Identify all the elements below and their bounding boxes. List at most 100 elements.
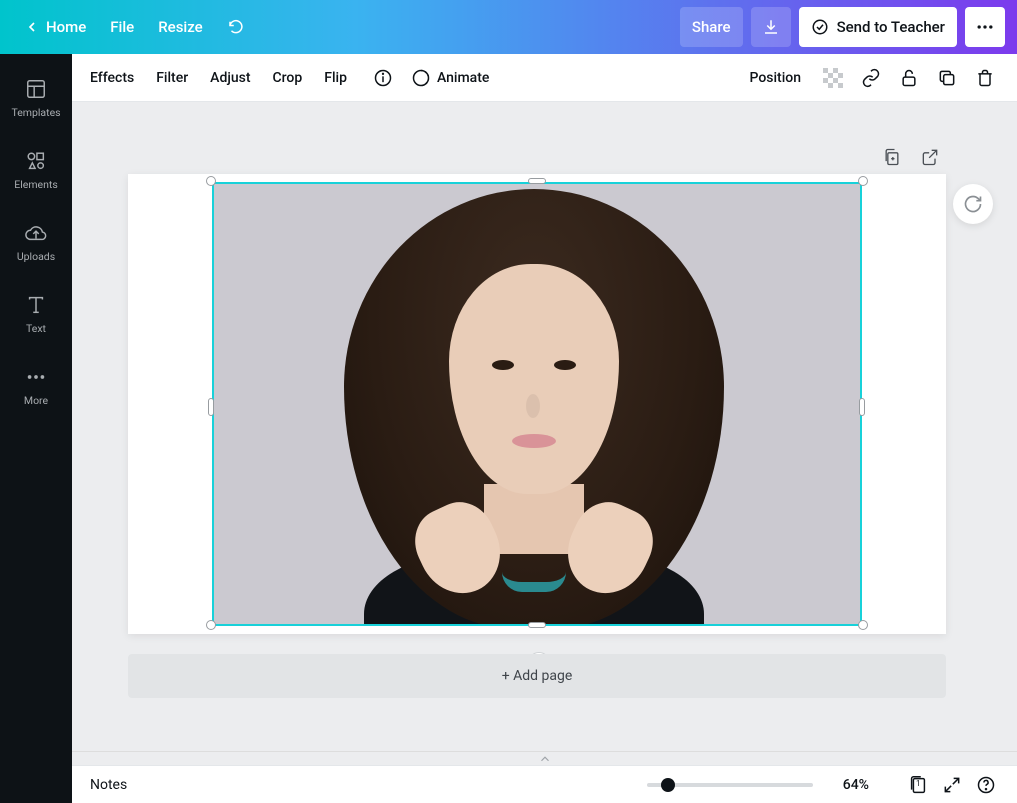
send-teacher-label: Send to Teacher — [837, 18, 945, 36]
resize-handle-left[interactable] — [208, 398, 214, 416]
info-button[interactable] — [369, 64, 397, 92]
dots-horizontal-icon — [975, 17, 995, 37]
sidebar-item-more[interactable]: More — [0, 350, 72, 422]
resize-handle-bottom-left[interactable] — [206, 620, 216, 630]
lock-button[interactable] — [895, 64, 923, 92]
sidebar-templates-label: Templates — [11, 106, 60, 119]
dots-horizontal-icon — [25, 366, 47, 388]
elements-icon — [25, 150, 47, 172]
resize-handle-bottom[interactable] — [528, 622, 546, 628]
adjust-label: Adjust — [210, 70, 250, 86]
export-page-button[interactable] — [917, 144, 943, 170]
help-icon — [976, 775, 996, 795]
link-button[interactable] — [857, 64, 885, 92]
flip-button[interactable]: Flip — [324, 70, 347, 86]
check-circle-icon — [811, 18, 829, 36]
add-page-button[interactable]: + Add page — [128, 654, 946, 698]
canvas-area: + Add page — [72, 102, 1017, 765]
open-external-icon — [920, 147, 940, 167]
page-add-icon — [882, 147, 902, 167]
more-menu-button[interactable] — [965, 7, 1005, 47]
transparency-icon — [823, 68, 843, 88]
send-to-teacher-button[interactable]: Send to Teacher — [799, 7, 957, 47]
effects-label: Effects — [90, 70, 134, 86]
notes-button[interactable]: Notes — [90, 777, 127, 793]
sidebar-uploads-label: Uploads — [17, 250, 55, 263]
trash-icon — [975, 68, 995, 88]
zoom-value[interactable]: 64% — [843, 777, 869, 793]
share-label: Share — [692, 18, 731, 36]
position-label: Position — [749, 70, 801, 86]
refresh-icon — [963, 194, 983, 214]
animate-icon — [411, 68, 431, 88]
templates-icon — [25, 78, 47, 100]
page-actions — [879, 144, 943, 170]
resize-handle-top-right[interactable] — [858, 176, 868, 186]
resize-handle-bottom-right[interactable] — [858, 620, 868, 630]
notes-label: Notes — [90, 777, 127, 793]
text-icon — [25, 294, 47, 316]
chevron-up-icon — [538, 752, 552, 766]
resize-label: Resize — [158, 18, 202, 36]
editor-toolbar: Effects Filter Adjust Crop Flip Animate … — [72, 54, 1017, 102]
zoom-slider[interactable] — [647, 783, 813, 787]
crop-button[interactable]: Crop — [273, 70, 303, 86]
download-icon — [762, 18, 780, 36]
sidebar-item-elements[interactable]: Elements — [0, 134, 72, 206]
expand-icon — [942, 775, 962, 795]
left-sidebar: Templates Elements Uploads Text More — [0, 54, 72, 803]
undo-button[interactable] — [215, 7, 257, 47]
page-view-button[interactable]: 1 — [905, 772, 931, 798]
share-button[interactable]: Share — [680, 7, 743, 47]
crop-label: Crop — [273, 70, 303, 86]
sidebar-text-label: Text — [26, 322, 46, 335]
page-number-badge: 1 — [916, 779, 921, 788]
undo-icon — [227, 18, 245, 36]
file-label: File — [110, 18, 134, 36]
sidebar-more-label: More — [24, 394, 48, 407]
top-header: Home File Resize Share Send to Teacher — [0, 0, 1017, 54]
chevron-left-icon — [24, 19, 40, 35]
uploads-icon — [25, 222, 47, 244]
image-eye-right — [554, 360, 576, 370]
help-button[interactable] — [973, 772, 999, 798]
resize-handle-top-left[interactable] — [206, 176, 216, 186]
resize-handle-top[interactable] — [528, 178, 546, 184]
canvas-bottom-caret[interactable] — [72, 751, 1017, 765]
sync-button[interactable] — [953, 184, 993, 224]
image-nose — [526, 394, 540, 418]
sidebar-item-templates[interactable]: Templates — [0, 62, 72, 134]
zoom-slider-knob[interactable] — [661, 778, 675, 792]
effects-button[interactable]: Effects — [90, 70, 134, 86]
delete-button[interactable] — [971, 64, 999, 92]
sidebar-item-uploads[interactable]: Uploads — [0, 206, 72, 278]
image-eye-left — [492, 360, 514, 370]
home-button[interactable]: Home — [12, 7, 98, 47]
link-icon — [861, 68, 881, 88]
lock-open-icon — [899, 68, 919, 88]
fullscreen-button[interactable] — [939, 772, 965, 798]
image-lips — [512, 434, 556, 448]
home-label: Home — [46, 18, 86, 36]
duplicate-button[interactable] — [933, 64, 961, 92]
file-menu[interactable]: File — [98, 7, 146, 47]
image-necklace — [502, 572, 566, 592]
filter-label: Filter — [156, 70, 188, 86]
sidebar-item-text[interactable]: Text — [0, 278, 72, 350]
sidebar-elements-label: Elements — [14, 178, 58, 191]
flip-label: Flip — [324, 70, 347, 86]
filter-button[interactable]: Filter — [156, 70, 188, 86]
selected-image[interactable] — [212, 182, 862, 626]
footer-bar: Notes 64% 1 — [72, 765, 1017, 803]
position-button[interactable]: Position — [749, 70, 801, 86]
animate-label: Animate — [437, 70, 489, 86]
copy-icon — [937, 68, 957, 88]
resize-handle-right[interactable] — [859, 398, 865, 416]
animate-button[interactable]: Animate — [411, 68, 489, 88]
duplicate-page-button[interactable] — [879, 144, 905, 170]
add-page-label: + Add page — [502, 668, 573, 684]
download-button[interactable] — [751, 7, 791, 47]
adjust-button[interactable]: Adjust — [210, 70, 250, 86]
resize-menu[interactable]: Resize — [146, 7, 214, 47]
transparency-button[interactable] — [819, 64, 847, 92]
